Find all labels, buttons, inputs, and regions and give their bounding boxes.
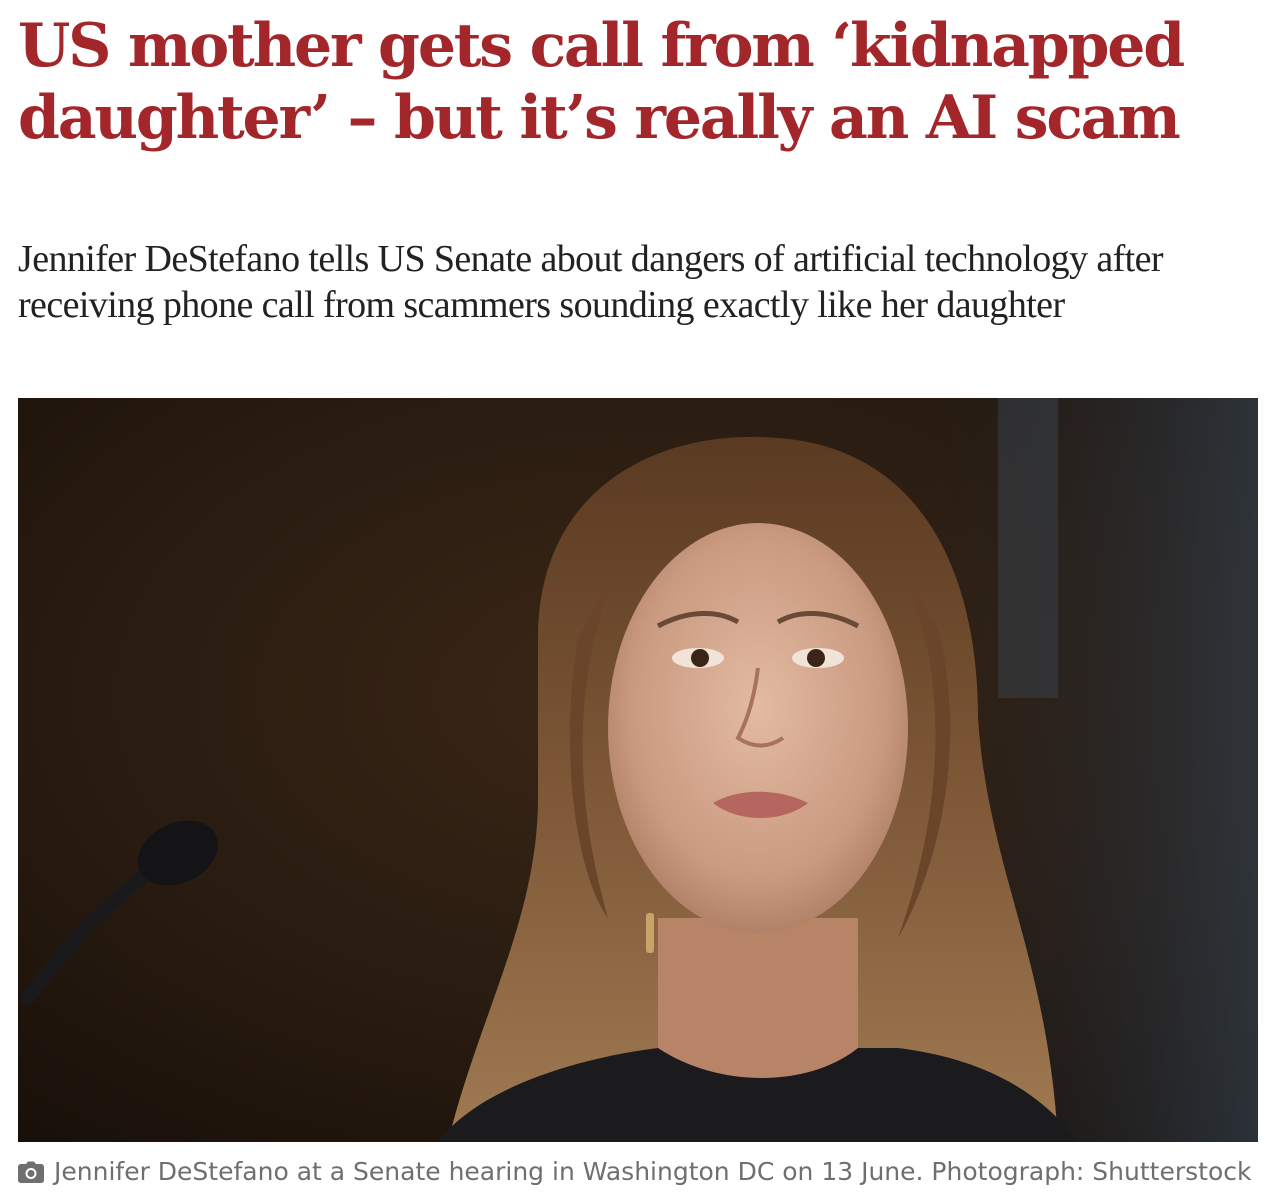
- caption-text: Jennifer DeStefano at a Senate hearing i…: [54, 1157, 1252, 1186]
- standfirst: Jennifer DeStefano tells US Senate about…: [18, 238, 1164, 326]
- headline: US mother gets call from ‘kidnapped daug…: [18, 11, 1185, 153]
- article-photo[interactable]: [18, 398, 1258, 1142]
- photo-caption: Jennifer DeStefano at a Senate hearing i…: [18, 1156, 1258, 1188]
- camera-icon: [18, 1161, 44, 1183]
- photo-illustration: [18, 398, 1258, 1142]
- article: US mother gets call from ‘kidnapped daug…: [18, 0, 1258, 1186]
